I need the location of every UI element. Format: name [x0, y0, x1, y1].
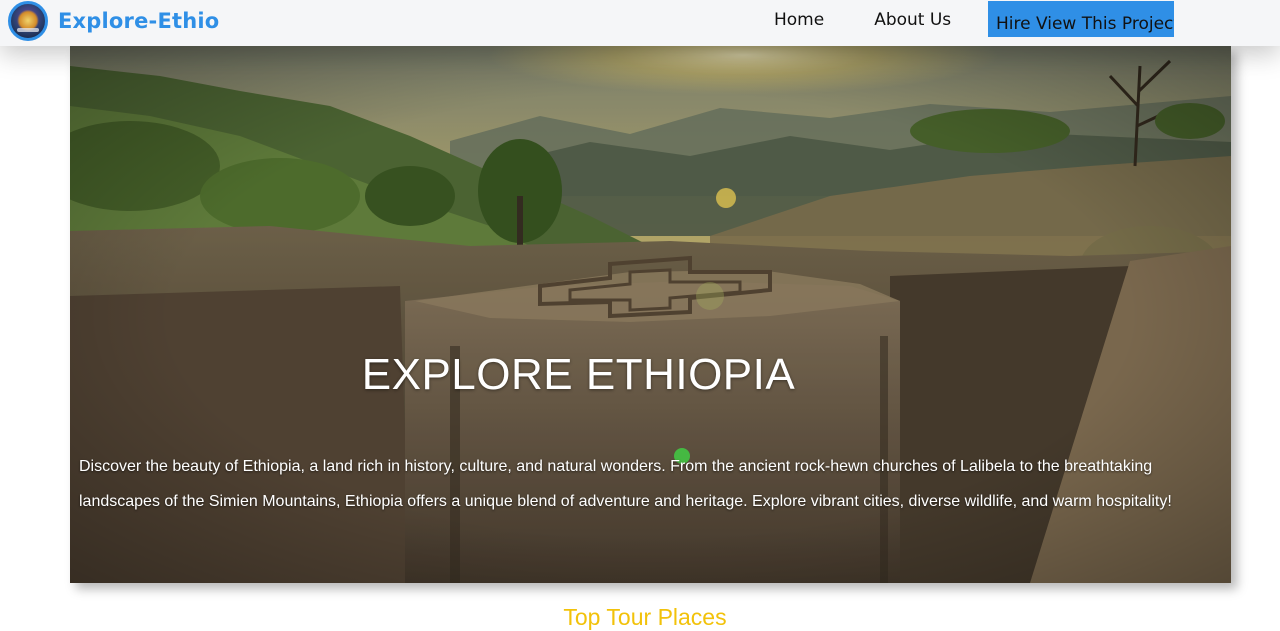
nav-home-link[interactable]: Home: [774, 10, 824, 30]
hire-view-project-button[interactable]: Hire View This Project: [988, 1, 1174, 37]
nav-links: Home About Us: [774, 0, 951, 40]
hero-banner: EXPLORE ETHIOPIA Discover the beauty of …: [70, 46, 1231, 583]
top-tour-places-heading: Top Tour Places: [563, 604, 727, 630]
hero-title: EXPLORE ETHIOPIA: [361, 350, 796, 399]
brand-name: Explore-Ethio: [58, 9, 220, 33]
logo-icon: [8, 1, 48, 41]
logo-link[interactable]: Explore-Ethio: [8, 0, 219, 42]
nav-about-link[interactable]: About Us: [874, 10, 951, 30]
hero-description: Discover the beauty of Ethiopia, a land …: [79, 458, 1172, 510]
navbar: Explore-Ethio Home About Us Hire View Th…: [0, 0, 1280, 46]
